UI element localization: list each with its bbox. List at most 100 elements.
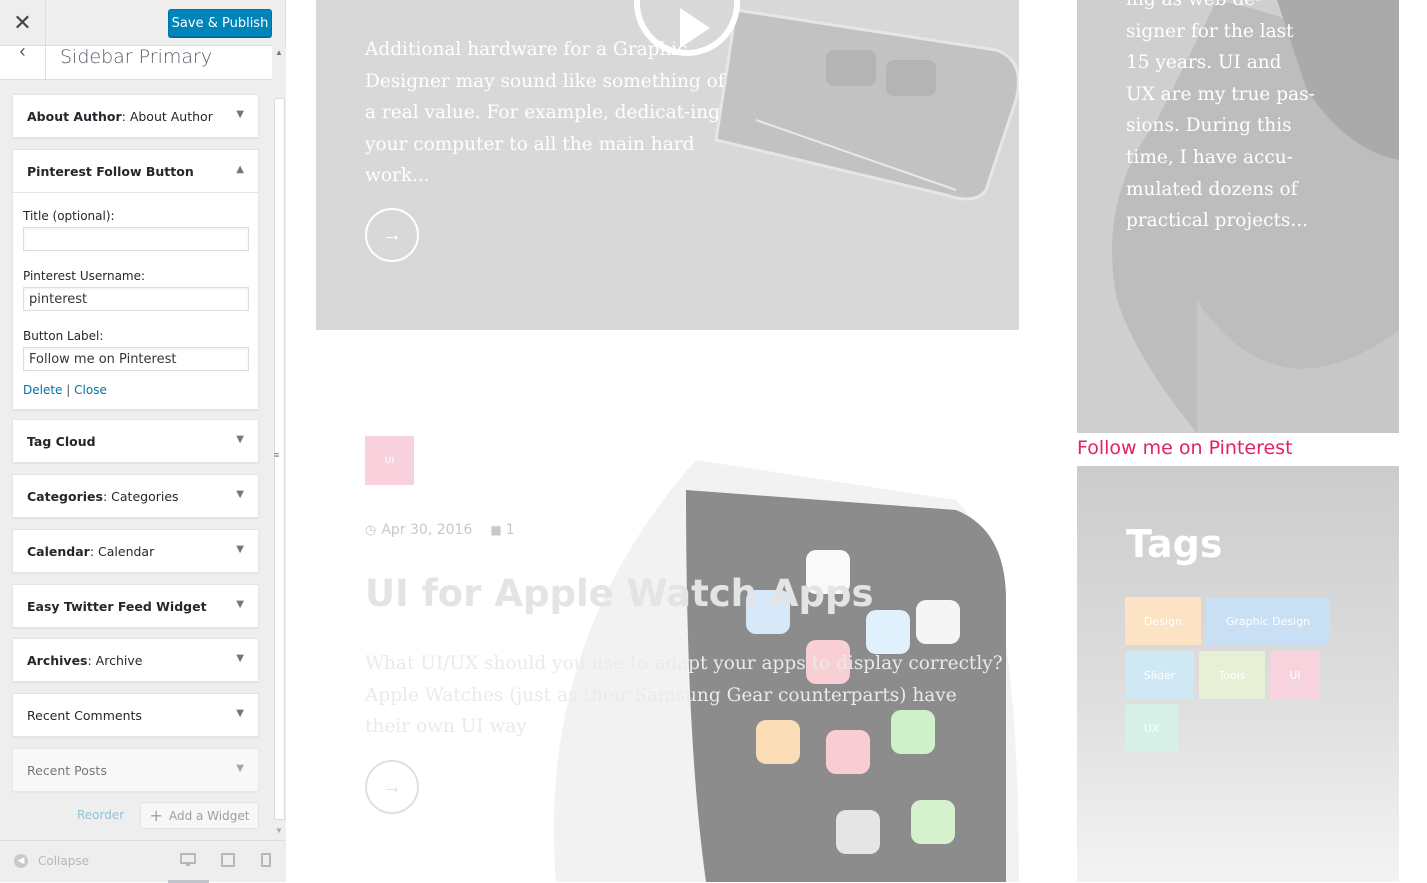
widget-subtitle: : Categories xyxy=(102,488,179,504)
grip-icon: ≡ xyxy=(274,450,280,460)
widget-tag-cloud[interactable]: Tag Cloud ▼ xyxy=(12,419,259,463)
widget-title: Archives xyxy=(27,652,88,668)
close-icon[interactable]: ✕ xyxy=(0,0,46,46)
customizer-footer: ◀ Collapse xyxy=(0,840,286,883)
post-excerpt: Additional hardware for a Graphic Design… xyxy=(365,39,725,187)
title-field[interactable] xyxy=(23,227,249,251)
widget-title-bar[interactable]: Recent Posts ▼ xyxy=(13,749,258,791)
tags-widget: Tags Design Graphic Design Slider Tools … xyxy=(1077,466,1399,882)
about-author-widget: ing as web de-signer for the last 15 yea… xyxy=(1077,0,1399,433)
back-arrow-icon[interactable]: ‹ xyxy=(0,42,46,80)
post-title[interactable]: UI for Apple Watch Apps xyxy=(365,572,1015,615)
desktop-preview-icon[interactable] xyxy=(180,853,196,870)
widget-area-actions: Reorder + Add a Widget xyxy=(0,802,272,830)
widget-title: Calendar xyxy=(27,543,90,559)
widget-subtitle: : Archive xyxy=(87,652,143,668)
add-widget-label: Add a Widget xyxy=(168,808,250,823)
widget-categories[interactable]: Categories: Categories ▼ xyxy=(12,474,259,518)
tag-tools[interactable]: Tools xyxy=(1199,651,1265,699)
widget-calendar[interactable]: Calendar: Calendar ▼ xyxy=(12,529,259,573)
button-label-field[interactable]: Follow me on Pinterest xyxy=(23,347,249,371)
tablet-preview-icon[interactable] xyxy=(221,853,235,870)
widget-title: Recent Posts xyxy=(27,762,107,778)
widget-title: Pinterest Follow Button xyxy=(27,163,194,179)
customizer-header: ✕ Save & Publish xyxy=(0,0,272,46)
caret-down-icon[interactable]: ▼ xyxy=(236,653,244,664)
arrow-right-icon: → xyxy=(382,223,402,246)
tag-ui[interactable]: UI xyxy=(1270,651,1320,699)
widget-title-bar[interactable]: Recent Comments ▼ xyxy=(13,694,258,736)
mobile-preview-icon[interactable] xyxy=(261,853,271,870)
tag-graphic-design[interactable]: Graphic Design xyxy=(1206,597,1330,645)
widget-archives[interactable]: Archives: Archive ▼ xyxy=(12,638,259,682)
collapse-label: Collapse xyxy=(38,854,89,868)
caret-up-icon[interactable]: ▲ xyxy=(236,164,244,175)
collapse-button[interactable]: ◀ Collapse xyxy=(14,854,89,868)
widget-title: Tag Cloud xyxy=(27,433,96,449)
clock-icon: ◷ xyxy=(365,522,377,538)
caret-down-icon[interactable]: ▼ xyxy=(236,763,244,774)
widget-title: Recent Comments xyxy=(27,707,142,723)
widget-title-bar[interactable]: Pinterest Follow Button ▲ xyxy=(13,150,258,192)
widget-actions: Delete | Close xyxy=(23,383,248,397)
widget-form: Title (optional): Pinterest Username: pi… xyxy=(13,192,258,409)
tags-heading: Tags xyxy=(1126,522,1223,566)
customizer-scrollbar[interactable]: ▲ ≡ ▼ xyxy=(272,46,286,840)
plus-icon: + xyxy=(149,806,163,825)
customizer-panel: ✕ Save & Publish ‹ Sidebar Primary About… xyxy=(0,0,286,883)
comment-count: 1 xyxy=(505,522,515,538)
widget-title-bar[interactable]: Calendar: Calendar ▼ xyxy=(13,530,258,572)
post-card-apple-watch: UI ◷ Apr 30, 2016 ■ 1 UI for Apple Watch… xyxy=(316,380,1019,882)
username-field[interactable]: pinterest xyxy=(23,287,249,311)
widget-pinterest-follow[interactable]: Pinterest Follow Button ▲ Title (optiona… xyxy=(12,149,259,410)
reorder-link[interactable]: Reorder xyxy=(77,808,124,822)
widget-about-author[interactable]: About Author: About Author ▼ xyxy=(12,94,259,138)
phone-illustration xyxy=(714,8,1019,201)
post-excerpt: What UI/UX should you use to adapt your … xyxy=(365,653,1003,738)
widget-easy-twitter-feed[interactable]: Easy Twitter Feed Widget ▼ xyxy=(12,584,259,628)
arrow-right-icon: → xyxy=(382,775,402,798)
button-label-field-label: Button Label: xyxy=(23,329,104,343)
category-badge[interactable]: UI xyxy=(365,436,414,485)
scroll-down-icon[interactable]: ▼ xyxy=(275,826,283,835)
title-field-label: Title (optional): xyxy=(23,209,115,223)
comment-icon: ■ xyxy=(490,523,502,537)
username-field-label: Pinterest Username: xyxy=(23,269,146,283)
author-bio: ing as web de-signer for the last 15 yea… xyxy=(1126,0,1315,232)
widget-title-bar[interactable]: Categories: Categories ▼ xyxy=(13,475,258,517)
delete-link[interactable]: Delete xyxy=(23,383,62,397)
widget-title-bar[interactable]: About Author: About Author ▼ xyxy=(13,95,258,137)
close-link[interactable]: Close xyxy=(74,383,107,397)
section-header: ‹ Sidebar Primary xyxy=(0,42,272,80)
caret-down-icon[interactable]: ▼ xyxy=(236,708,244,719)
post-card-hardware: Additional hardware for a Graphic Design… xyxy=(316,0,1019,330)
add-widget-button[interactable]: + Add a Widget xyxy=(140,802,259,829)
widget-title-bar[interactable]: Archives: Archive ▼ xyxy=(13,639,258,681)
widget-subtitle: : About Author xyxy=(121,108,213,124)
widget-subtitle: : Calendar xyxy=(89,543,155,559)
read-more-button[interactable]: → xyxy=(365,208,419,262)
scroll-up-icon[interactable]: ▲ xyxy=(275,48,283,57)
widget-title-bar[interactable]: Easy Twitter Feed Widget ▼ xyxy=(13,585,258,627)
tag-slider[interactable]: Slider xyxy=(1125,651,1194,699)
section-title: Sidebar Primary xyxy=(60,46,213,68)
preview-scrollbar[interactable] xyxy=(1399,0,1427,882)
caret-down-icon[interactable]: ▼ xyxy=(236,489,244,500)
caret-down-icon[interactable]: ▼ xyxy=(236,109,244,120)
link-separator: | xyxy=(66,383,71,397)
widget-title-bar[interactable]: Tag Cloud ▼ xyxy=(13,420,258,462)
read-more-button[interactable]: → xyxy=(365,760,419,814)
tag-design[interactable]: Design xyxy=(1125,597,1201,645)
post-meta: ◷ Apr 30, 2016 ■ 1 xyxy=(365,522,515,538)
caret-down-icon[interactable]: ▼ xyxy=(236,544,244,555)
tag-ux[interactable]: UX xyxy=(1125,704,1178,752)
save-publish-button[interactable]: Save & Publish xyxy=(168,9,272,37)
widget-title: About Author xyxy=(27,108,122,124)
caret-down-icon[interactable]: ▼ xyxy=(236,434,244,445)
widget-recent-posts[interactable]: Recent Posts ▼ xyxy=(12,748,259,792)
caret-down-icon[interactable]: ▼ xyxy=(236,599,244,610)
site-preview: Additional hardware for a Graphic Design… xyxy=(287,0,1427,882)
widget-recent-comments[interactable]: Recent Comments ▼ xyxy=(12,693,259,737)
widget-title: Categories xyxy=(27,488,103,504)
pinterest-follow-button[interactable]: Follow me on Pinterest xyxy=(1077,437,1293,459)
